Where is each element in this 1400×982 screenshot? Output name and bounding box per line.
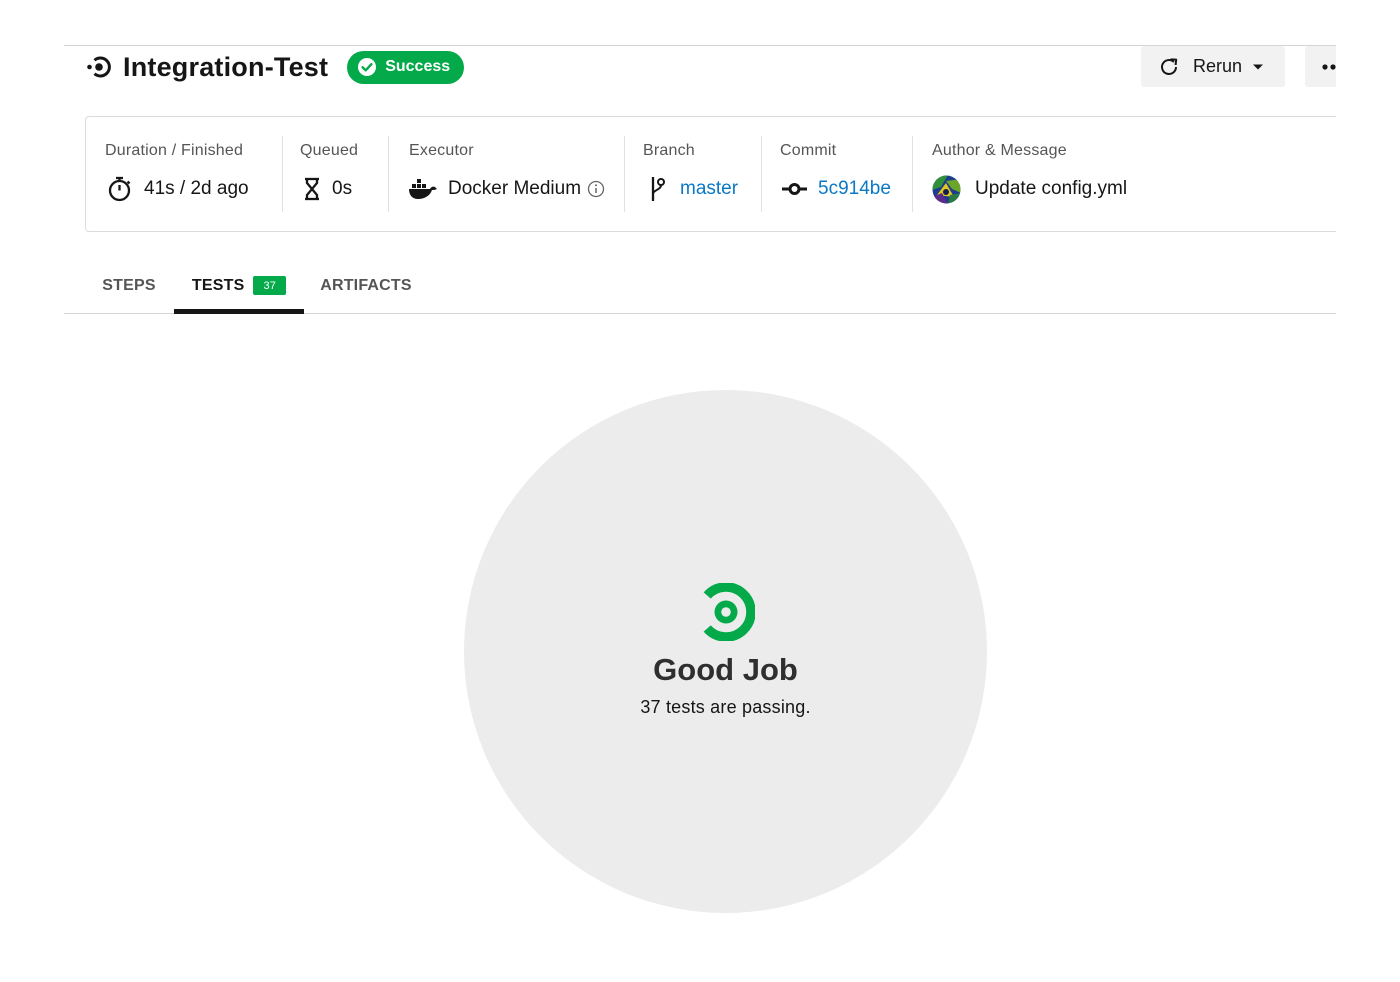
result-title: Good Job	[653, 652, 798, 687]
commit-message: Update config.yml	[975, 178, 1128, 199]
stopwatch-icon	[107, 176, 132, 202]
avatar[interactable]	[932, 175, 961, 204]
meta-value-commit[interactable]: 5c914be	[782, 175, 891, 203]
job-title: Integration-Test	[123, 51, 329, 82]
circleci-job-icon	[86, 54, 112, 80]
tab-artifacts-label: ARTIFACTS	[320, 276, 412, 294]
job-meta-box: Duration / Finished 41s / 2d ago Queued	[85, 116, 1336, 232]
meta-label-queued: Queued	[300, 142, 359, 159]
meta-queued: Queued 0s	[283, 117, 388, 231]
rerun-button[interactable]: Rerun	[1141, 46, 1285, 87]
meta-executor: Executor Docker Medium	[389, 117, 624, 231]
job-page: Integration-Test Success Rerun Duration …	[0, 0, 1400, 982]
branch-link[interactable]: master	[680, 178, 738, 200]
status-label: Success	[385, 58, 451, 75]
refresh-icon	[1158, 56, 1180, 78]
meta-branch: Branch master	[625, 117, 761, 231]
meta-label-commit: Commit	[780, 142, 837, 159]
job-tabs: STEPS TESTS 37 ARTIFACTS	[64, 258, 1336, 314]
meta-value-duration: 41s / 2d ago	[107, 175, 249, 203]
tab-tests-label: TESTS	[191, 276, 245, 294]
executor-text: Docker Medium	[448, 178, 582, 199]
circleci-logo-icon	[703, 583, 755, 641]
meta-label-executor: Executor	[409, 142, 474, 159]
test-result-panel: Good Job 37 tests are passing.	[464, 390, 987, 913]
tab-steps[interactable]: STEPS	[85, 258, 173, 313]
meta-value-author: Update config.yml	[932, 175, 1127, 203]
meta-label-branch: Branch	[643, 142, 695, 159]
meta-value-queued: 0s	[304, 175, 352, 203]
tab-tests[interactable]: TESTS 37	[174, 258, 304, 314]
duration-text: 41s / 2d ago	[144, 178, 249, 199]
status-badge: Success	[347, 50, 465, 84]
meta-label-duration: Duration / Finished	[105, 142, 244, 159]
commit-link[interactable]: 5c914be	[818, 178, 891, 200]
commit-icon	[782, 182, 807, 196]
branch-icon	[649, 175, 667, 203]
tab-steps-label: STEPS	[102, 276, 156, 294]
queued-text: 0s	[332, 178, 353, 199]
hourglass-icon	[304, 177, 320, 201]
meta-author: Author & Message Update config.yml	[913, 117, 1333, 231]
meta-label-author: Author & Message	[932, 142, 1067, 159]
job-header: Integration-Test Success	[86, 48, 465, 86]
meta-commit: Commit 5c914be	[762, 117, 912, 231]
rerun-label: Rerun	[1193, 56, 1243, 76]
meta-duration: Duration / Finished 41s / 2d ago	[86, 117, 282, 231]
more-actions-button[interactable]	[1305, 46, 1336, 87]
tests-count-badge: 37	[253, 276, 287, 295]
caret-down-icon	[1252, 63, 1264, 71]
result-subtitle: 37 tests are passing.	[640, 697, 811, 717]
info-icon[interactable]	[587, 180, 605, 198]
check-circle-icon	[357, 57, 377, 77]
meta-value-branch[interactable]: master	[649, 175, 738, 203]
more-dots-icon	[1322, 63, 1336, 71]
docker-icon	[408, 178, 438, 200]
meta-value-executor: Docker Medium	[408, 175, 605, 203]
tab-artifacts[interactable]: ARTIFACTS	[314, 258, 418, 313]
